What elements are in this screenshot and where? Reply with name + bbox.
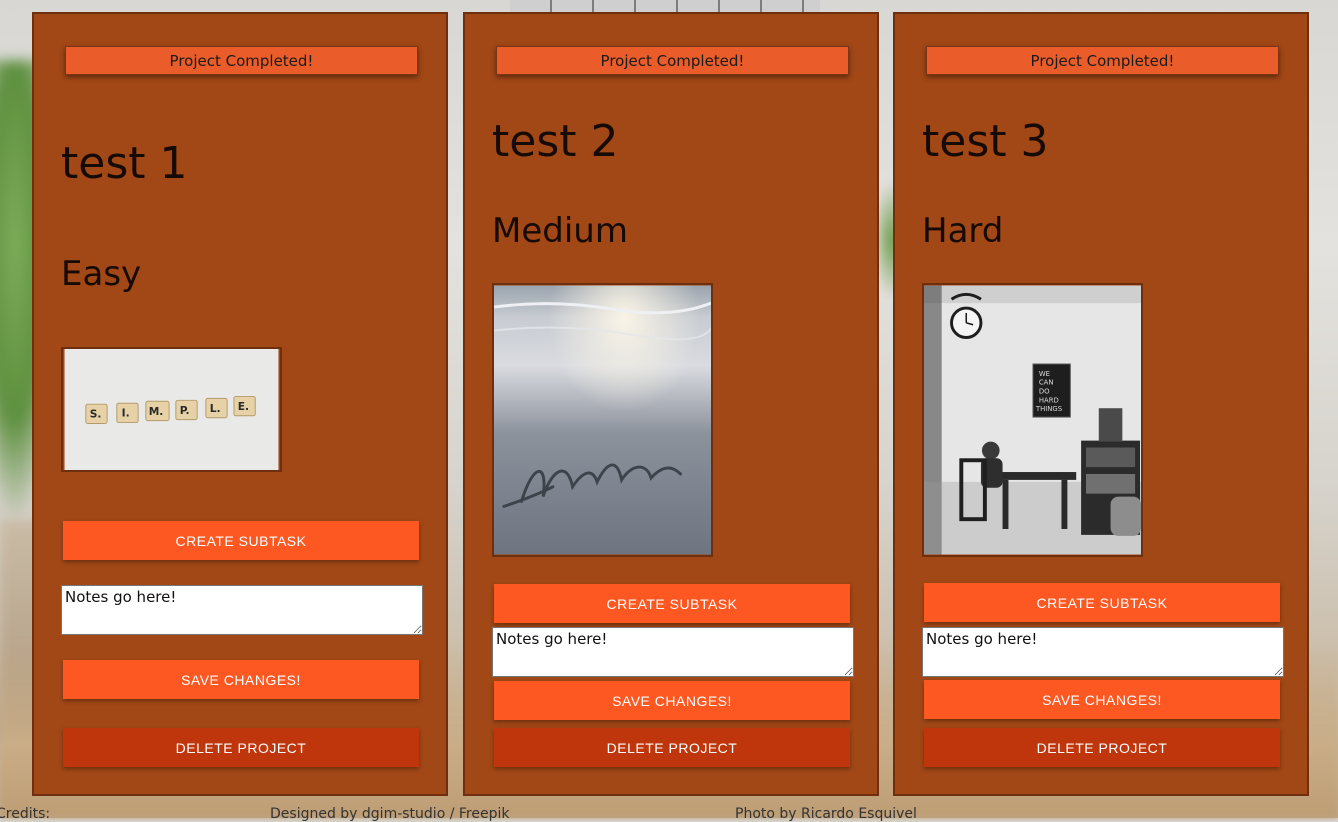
tile-letter: M.	[149, 405, 164, 418]
project-image: WE CAN DO HARD THINGS	[922, 283, 1143, 557]
project-title: test 3	[922, 116, 1049, 167]
project-completed-button[interactable]: Project Completed!	[65, 46, 418, 75]
create-subtask-button[interactable]: Create Subtask	[494, 584, 850, 623]
delete-project-button[interactable]: Delete Project	[63, 728, 419, 767]
sign-text: THINGS	[1035, 405, 1062, 413]
project-card-1: Project Completed! test 1 Easy S. I. M. …	[32, 12, 448, 796]
save-changes-button[interactable]: Save Changes!	[494, 681, 850, 720]
project-title: test 2	[492, 116, 619, 167]
project-difficulty: Hard	[922, 211, 1004, 251]
project-completed-button[interactable]: Project Completed!	[926, 46, 1279, 75]
sign-text: CAN	[1039, 379, 1054, 387]
project-difficulty: Easy	[61, 254, 142, 294]
project-completed-button[interactable]: Project Completed!	[496, 46, 849, 75]
project-title: test 1	[61, 138, 188, 189]
notes-field[interactable]: Notes go here!	[492, 627, 854, 677]
delete-project-button[interactable]: Delete Project	[494, 728, 850, 767]
delete-project-button[interactable]: Delete Project	[924, 728, 1280, 767]
footer-designer-credit[interactable]: Designed by dgim-studio / Freepik	[270, 806, 509, 822]
project-card-3: Project Completed! test 3 Hard WE CAN DO…	[893, 12, 1309, 796]
project-difficulty: Medium	[492, 211, 628, 251]
project-card-2: Project Completed! test 2 Medium CREATE …	[463, 12, 879, 796]
tile-letter: S.	[90, 408, 102, 421]
create-subtask-button[interactable]: Create Subtask	[63, 521, 419, 560]
create-subtask-button[interactable]: Create Subtask	[924, 583, 1280, 622]
notes-field[interactable]: Notes go here!	[922, 627, 1284, 677]
project-image: S. I. M. P. L. E.	[61, 347, 282, 472]
save-changes-button[interactable]: Save Changes!	[924, 680, 1280, 719]
tile-letter: I.	[122, 407, 130, 420]
sign-text: DO	[1039, 387, 1050, 395]
tile-letter: L.	[210, 402, 221, 415]
project-image	[492, 283, 713, 557]
save-changes-button[interactable]: Save Changes!	[63, 660, 419, 699]
sign-text: HARD	[1039, 396, 1059, 404]
footer-credits-label: Credits:	[0, 806, 51, 822]
tile-letter: P.	[180, 404, 190, 417]
notes-field[interactable]: Notes go here!	[61, 585, 423, 635]
sign-text: WE	[1039, 370, 1050, 378]
footer-photo-credit[interactable]: Photo by Ricardo Esquivel	[735, 806, 917, 822]
tile-letter: E.	[238, 400, 249, 413]
clock-icon	[950, 306, 983, 339]
